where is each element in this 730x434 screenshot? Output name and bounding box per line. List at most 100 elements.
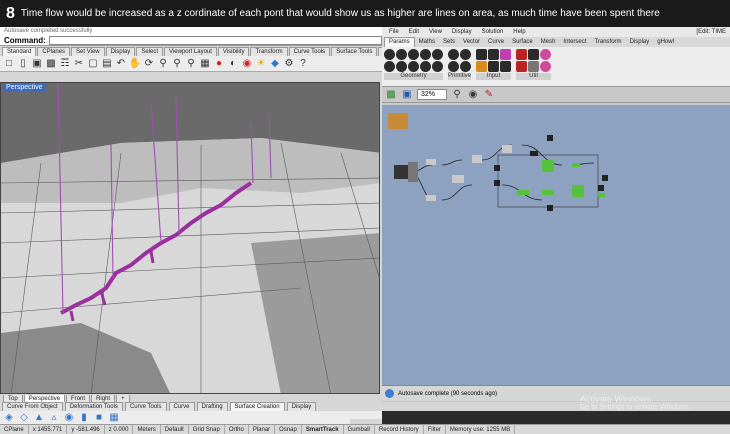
gh-button-icon[interactable] <box>488 61 500 72</box>
gh-preview-node[interactable] <box>572 163 580 167</box>
help-icon[interactable]: ? <box>297 58 309 70</box>
lower-tab-deformation-tools[interactable]: Deformation Tools <box>64 402 123 411</box>
gh-mesh-param-icon[interactable] <box>420 49 431 60</box>
shade-icon[interactable]: ◐ <box>227 58 239 70</box>
gh-circle-param-icon[interactable] <box>384 49 395 60</box>
gh-preview-node[interactable] <box>597 193 605 197</box>
gh-toggle-icon[interactable] <box>476 49 488 60</box>
light-icon[interactable]: ☀ <box>255 58 267 70</box>
gh-component-node[interactable] <box>408 162 418 182</box>
gh-zoom-level[interactable]: 32% <box>417 89 447 100</box>
gh-canvas[interactable] <box>382 105 730 385</box>
gh-component-node[interactable] <box>602 175 608 181</box>
gh-zoom-icon[interactable]: ⚲ <box>451 89 463 101</box>
tab-set-view[interactable]: Set View <box>71 47 105 56</box>
gh-preview-node[interactable] <box>517 190 529 195</box>
status-grid-snap[interactable]: Grid Snap <box>189 425 225 434</box>
paste-icon[interactable]: ▤ <box>101 58 113 70</box>
status-planar[interactable]: Planar <box>249 425 276 434</box>
gh-tab-ghowl[interactable]: gHowl <box>653 38 678 47</box>
status-record-history[interactable]: Record History <box>375 425 424 434</box>
viewport-label[interactable]: Perspective <box>3 84 46 91</box>
options-icon[interactable]: ⚙ <box>283 58 295 70</box>
zoom-extents-icon[interactable]: ⚲ <box>185 58 197 70</box>
gh-tab-surface[interactable]: Surface <box>508 38 537 47</box>
gh-component-node[interactable] <box>452 175 464 183</box>
gh-text-icon[interactable] <box>460 61 471 72</box>
loft-icon[interactable]: ▵ <box>48 412 60 424</box>
gh-tab-maths[interactable]: Maths <box>415 38 439 47</box>
revolve-icon[interactable]: ◉ <box>63 412 75 424</box>
tab-viewport-layout[interactable]: Viewport Layout <box>164 47 217 56</box>
gh-slider-icon[interactable] <box>488 49 500 60</box>
gh-tab-curve[interactable]: Curve <box>484 38 508 47</box>
material-icon[interactable]: ◆ <box>269 58 281 70</box>
gh-boolean-icon[interactable] <box>448 49 459 60</box>
network-icon[interactable]: ▦ <box>108 412 120 424</box>
tab-surface-tools[interactable]: Surface Tools <box>331 47 378 56</box>
gh-point-param-icon[interactable] <box>408 61 419 72</box>
patch-icon[interactable]: ■ <box>93 412 105 424</box>
zoom-icon[interactable]: ⚲ <box>157 58 169 70</box>
gh-vector-param-icon[interactable] <box>432 61 443 72</box>
status-ortho[interactable]: Ortho <box>225 425 249 434</box>
gh-surface-param-icon[interactable] <box>420 61 431 72</box>
tab-transform[interactable]: Transform <box>250 47 288 56</box>
sweep-icon[interactable]: ▮ <box>78 412 90 424</box>
print-icon[interactable]: ▩ <box>45 58 57 70</box>
tab-curve-tools[interactable]: Curve Tools <box>288 47 331 56</box>
gh-flask-icon[interactable] <box>540 61 552 72</box>
gh-preview-node[interactable] <box>572 185 584 197</box>
gh-component-node[interactable] <box>494 180 500 186</box>
open-file-icon[interactable]: ▯ <box>17 58 29 70</box>
gh-component-node[interactable] <box>547 135 553 141</box>
gh-component-node[interactable] <box>426 195 436 201</box>
gh-menu-display[interactable]: Display <box>447 29 477 35</box>
gh-preview-node[interactable] <box>542 190 554 195</box>
new-file-icon[interactable]: □ <box>3 58 15 70</box>
render-icon[interactable]: ◉ <box>241 58 253 70</box>
surface-from-points-icon[interactable]: ◈ <box>3 412 15 424</box>
save-icon[interactable]: ▣ <box>31 58 43 70</box>
gh-arrow-icon[interactable] <box>528 61 540 72</box>
gh-sketch-icon[interactable]: ✎ <box>483 89 495 101</box>
zoom-window-icon[interactable]: ⚲ <box>171 58 183 70</box>
gh-component-node[interactable] <box>530 151 538 156</box>
gh-swatch-icon[interactable] <box>500 49 512 60</box>
gh-integer-icon[interactable] <box>460 49 471 60</box>
lower-tab-curve[interactable]: Curve <box>168 402 195 411</box>
perspective-viewport[interactable]: Perspective <box>0 82 380 394</box>
gh-menu-view[interactable]: View <box>424 29 447 35</box>
undo-icon[interactable]: ↶ <box>115 58 127 70</box>
gh-brep-param-icon[interactable] <box>408 49 419 60</box>
gh-panel-icon[interactable] <box>476 61 488 72</box>
gh-box-param-icon[interactable] <box>432 49 443 60</box>
gh-plane-param-icon[interactable] <box>396 61 407 72</box>
gh-tab-params[interactable]: Params <box>384 37 415 47</box>
car-icon[interactable]: ● <box>213 58 225 70</box>
properties-icon[interactable]: ☶ <box>59 58 71 70</box>
copy-icon[interactable]: ▢ <box>87 58 99 70</box>
status-filter[interactable]: Filter <box>424 425 446 434</box>
gh-arrow-right-icon[interactable] <box>528 49 540 60</box>
gh-tab-transform[interactable]: Transform <box>590 38 625 47</box>
gh-menu-solution[interactable]: Solution <box>477 29 509 35</box>
gh-eye-icon[interactable]: ◉ <box>467 89 479 101</box>
gh-tab-sets[interactable]: Sets <box>439 38 459 47</box>
cut-icon[interactable]: ✂ <box>73 58 85 70</box>
gh-component-node[interactable] <box>547 205 553 211</box>
gh-component-node[interactable] <box>394 165 408 179</box>
gh-menu-file[interactable]: File <box>384 29 404 35</box>
tab-display[interactable]: Display <box>105 47 136 56</box>
gh-save-icon[interactable]: ▣ <box>401 89 413 101</box>
gh-box-icon[interactable] <box>388 113 408 129</box>
gh-fruit-icon[interactable] <box>516 61 528 72</box>
gh-preview-node[interactable] <box>542 160 554 172</box>
lower-tab-curve-tools[interactable]: Curve Tools <box>124 402 167 411</box>
rotate-view-icon[interactable]: ⟳ <box>143 58 155 70</box>
gh-line-param-icon[interactable] <box>384 61 395 72</box>
pan-icon[interactable]: ✋ <box>129 58 141 70</box>
lower-tab-surface-creation[interactable]: Surface Creation <box>229 402 285 411</box>
lower-tab-display[interactable]: Display <box>286 402 317 411</box>
gh-cherry-icon[interactable] <box>516 49 528 60</box>
